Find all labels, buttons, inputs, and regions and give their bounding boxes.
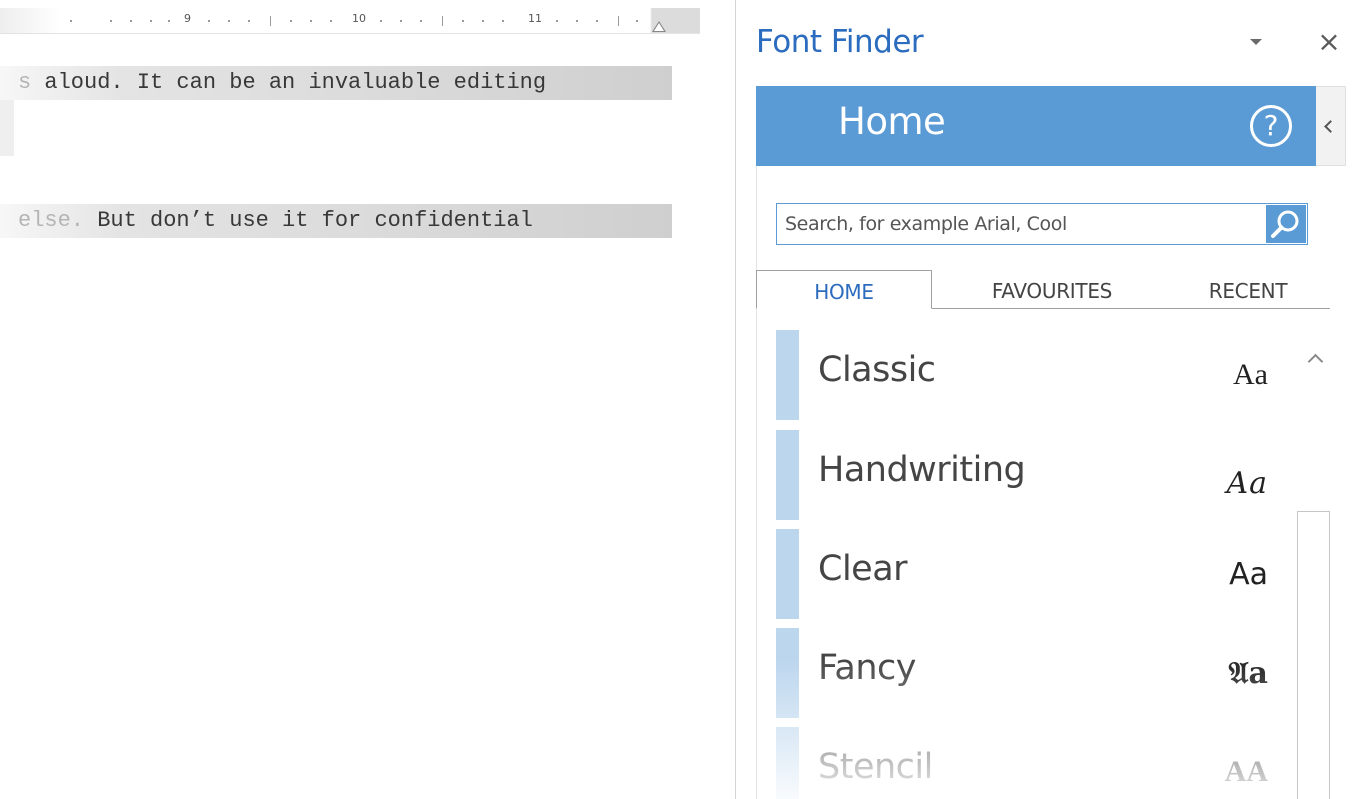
pane-title: Font Finder <box>756 24 924 60</box>
ruler-tick <box>380 20 382 22</box>
tab-recent[interactable]: RECENT <box>1186 270 1310 309</box>
magnifier-icon <box>1271 210 1299 238</box>
ruler-tick <box>330 20 332 22</box>
ruler-tick <box>248 20 250 22</box>
chevron-left-icon[interactable] <box>1316 86 1346 166</box>
ruler-tick <box>208 20 210 22</box>
category-stripe <box>776 529 799 619</box>
font-sample: AA <box>1224 755 1268 788</box>
category-stripe <box>776 430 799 520</box>
ruler-tick <box>556 20 558 22</box>
ruler-number-9: 9 <box>184 12 191 25</box>
ruler-half-mark <box>618 16 619 26</box>
category-stripe <box>776 727 799 799</box>
category-label: Fancy <box>818 648 917 688</box>
close-icon[interactable]: × <box>1314 25 1344 59</box>
category-label: Clear <box>818 549 908 589</box>
line-text: aloud. It can be an invaluable editing <box>31 70 547 95</box>
ruler-tick <box>482 20 484 22</box>
faded-text: else. <box>18 208 85 233</box>
home-header-bar: Home ? <box>756 86 1316 166</box>
scrollbar-thumb[interactable] <box>1297 511 1330 799</box>
chevron-up-icon[interactable] <box>1304 350 1326 368</box>
ruler-tick <box>110 20 112 22</box>
document-text-line[interactable]: s aloud. It can be an invaluable editing <box>0 66 672 100</box>
category-stencil[interactable]: Stencil AA <box>776 727 1296 799</box>
category-classic[interactable]: Classic Aa <box>776 330 1296 420</box>
font-sample: Aa <box>1226 466 1268 501</box>
ruler-tick <box>400 20 402 22</box>
category-stripe <box>776 330 799 420</box>
line-text: But don’t use it for confidential <box>84 208 533 233</box>
ruler-number-11: 11 <box>528 12 542 25</box>
tab-strip: HOME FAVOURITES RECENT <box>756 270 1330 310</box>
document-text-line[interactable]: else. But don’t use it for confidential <box>0 204 672 238</box>
ruler-tick <box>290 20 292 22</box>
ruler-tick <box>168 20 170 22</box>
font-finder-pane: Font Finder × Home ? HOME FAVOURITES REC… <box>735 0 1366 799</box>
ruler-tick <box>130 20 132 22</box>
ruler-tick <box>576 20 578 22</box>
category-clear[interactable]: Clear Aa <box>776 529 1296 619</box>
ruler-half-mark <box>442 16 443 26</box>
ruler-tick <box>502 20 504 22</box>
category-label: Classic <box>818 350 936 390</box>
font-sample: 𝔄a <box>1228 656 1268 691</box>
help-circle-icon[interactable]: ? <box>1250 105 1292 147</box>
search-box <box>776 203 1308 245</box>
dropdown-triangle-icon[interactable] <box>1240 30 1270 54</box>
document-area[interactable]: 9 10 11 s aloud. It can be an invaluable… <box>0 0 735 799</box>
ruler-number-10: 10 <box>352 12 366 25</box>
ruler-tick <box>420 20 422 22</box>
category-fancy[interactable]: Fancy 𝔄a <box>776 628 1296 718</box>
category-handwriting[interactable]: Handwriting Aa <box>776 430 1296 520</box>
ruler-tick <box>310 20 312 22</box>
search-input[interactable] <box>777 204 1265 244</box>
document-fade-overlay <box>0 0 735 799</box>
ruler-half-mark <box>270 16 271 26</box>
ruler-tick <box>150 20 152 22</box>
horizontal-ruler[interactable]: 9 10 11 <box>0 8 700 34</box>
ruler-tick <box>228 20 230 22</box>
pane-divider <box>756 166 757 799</box>
faded-text: s <box>18 70 32 95</box>
category-stripe <box>776 628 799 718</box>
ruler-tick <box>596 20 598 22</box>
category-list: Classic Aa Handwriting Aa Clear Aa Fancy… <box>776 330 1296 799</box>
ruler-tick <box>462 20 464 22</box>
category-label: Stencil <box>818 747 933 787</box>
tab-home[interactable]: HOME <box>756 270 932 309</box>
right-indent-marker[interactable] <box>652 21 666 32</box>
search-button[interactable] <box>1266 205 1306 243</box>
font-sample: Aa <box>1233 358 1268 391</box>
tab-favourites[interactable]: FAVOURITES <box>952 270 1152 309</box>
margin-shade <box>0 100 14 156</box>
home-title: Home <box>838 100 946 143</box>
category-label: Handwriting <box>818 450 1026 490</box>
font-sample: Aa <box>1229 557 1268 592</box>
ruler-tick <box>636 20 638 22</box>
ruler-tick <box>70 20 72 22</box>
